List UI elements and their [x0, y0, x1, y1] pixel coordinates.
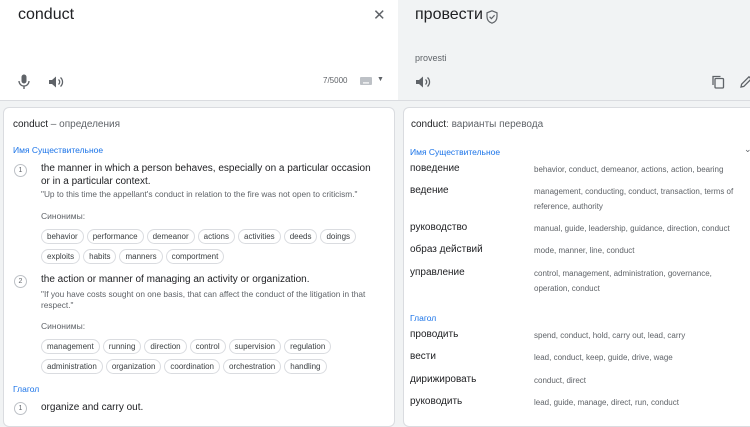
back-translations: manual, guide, leadership, guidance, dir… [534, 224, 730, 233]
definitions-card: conduct – определения Имя Существительно… [3, 107, 395, 427]
synonym-chip[interactable]: exploits [41, 249, 81, 264]
definition-example: "Up to this time the appellant's conduct… [41, 189, 358, 199]
synonym-chip[interactable]: coordination [164, 359, 220, 374]
back-translations: conduct, direct [534, 376, 587, 385]
synonym-chip[interactable]: deeds [283, 229, 318, 244]
synonym-chip[interactable]: manners [119, 249, 163, 264]
synonym-chip[interactable]: management [41, 339, 100, 354]
chevron-down-icon[interactable]: ▼ [377, 76, 384, 83]
definitions-title-suffix: – определения [48, 119, 121, 130]
synonym-chip[interactable]: orchestration [223, 359, 282, 374]
translation-word[interactable]: проводить [410, 329, 458, 340]
synonyms-label: Синонимы: [41, 321, 86, 331]
verb-label: Глагол [410, 313, 437, 323]
synonym-chips: management running direction control sup… [41, 339, 332, 354]
translation-text: провести [415, 6, 483, 23]
verb-label: Глагол [13, 384, 40, 394]
synonym-chip[interactable]: administration [41, 359, 103, 374]
noun-label: Имя Существительное [410, 147, 501, 157]
synonym-chip[interactable]: actions [197, 229, 235, 244]
synonym-chip[interactable]: performance [86, 229, 144, 244]
synonym-chips: administration organization coordination… [41, 359, 327, 374]
shield-check-icon[interactable] [486, 10, 498, 24]
source-panel: conduct ✕ 7/5000 ▼ [0, 0, 398, 101]
synonym-chip[interactable]: habits [83, 249, 117, 264]
translations-title-word: conduct [411, 119, 447, 130]
close-icon[interactable]: ✕ [373, 8, 386, 23]
back-translations: spend, conduct, hold, carry out, lead, c… [534, 331, 686, 340]
translation-word[interactable]: ведение [410, 185, 449, 196]
synonym-chips: behavior performance demeanor actions ac… [41, 229, 357, 244]
back-translations: control, management, administration, gov… [534, 269, 712, 293]
synonym-chip[interactable]: organization [105, 359, 162, 374]
target-panel: провести provesti [398, 0, 750, 101]
speaker-icon[interactable] [48, 75, 64, 89]
definition-text: the manner in which a person behaves, es… [41, 163, 371, 187]
source-text-input[interactable]: conduct [18, 6, 74, 24]
back-translations: behavior, conduct, demeanor, actions, ac… [534, 165, 724, 174]
synonym-chip[interactable]: doings [320, 229, 357, 244]
translation-word[interactable]: поведение [410, 163, 460, 174]
back-translations: management, conducting, conduct, transac… [534, 187, 734, 211]
synonym-chip[interactable]: handling [284, 359, 327, 374]
synonym-chip[interactable]: comportment [165, 249, 225, 264]
translations-card: conduct: варианты перевода ⌄ Имя Существ… [403, 107, 750, 427]
synonym-chip[interactable]: control [189, 339, 226, 354]
keyboard-icon[interactable] [360, 77, 372, 85]
definition-number: 2 [14, 275, 27, 288]
character-count: 7/5000 [323, 76, 348, 85]
synonym-chip[interactable]: supervision [228, 339, 282, 354]
synonym-chip[interactable]: direction [144, 339, 187, 354]
synonym-chip[interactable]: running [102, 339, 142, 354]
definition-number: 1 [14, 164, 27, 177]
chevron-down-icon[interactable]: ⌄ [744, 144, 750, 155]
back-translations: lead, conduct, keep, guide, drive, wage [534, 353, 673, 362]
synonym-chip[interactable]: demeanor [146, 229, 195, 244]
synonyms-label: Синонимы: [41, 211, 86, 221]
noun-label: Имя Существительное [13, 145, 104, 155]
synonym-chip[interactable]: activities [238, 229, 281, 244]
translations-title-suffix: : варианты перевода [446, 119, 544, 130]
definitions-title-word: conduct [13, 119, 49, 130]
definition-example: "If you have costs sought on one basis, … [41, 289, 366, 310]
translation-word[interactable]: дирижировать [410, 374, 476, 385]
translation-word[interactable]: образ действий [410, 244, 483, 255]
translations-title: conduct: варианты перевода [411, 119, 543, 130]
translation-word[interactable]: руководить [410, 396, 462, 407]
edit-icon[interactable] [739, 75, 750, 89]
definition-text: the action or manner of managing an acti… [41, 274, 310, 285]
definitions-title: conduct – определения [13, 119, 120, 130]
back-translations: mode, manner, line, conduct [534, 246, 635, 255]
back-translations: lead, guide, manage, direct, run, conduc… [534, 398, 679, 407]
copy-icon[interactable] [711, 75, 725, 89]
synonym-chip[interactable]: behavior [41, 229, 84, 244]
definition-number: 1 [14, 402, 27, 415]
synonym-chip[interactable]: regulation [284, 339, 332, 354]
translation-word[interactable]: вести [410, 351, 436, 362]
translation-word[interactable]: управление [410, 267, 465, 278]
speaker-icon[interactable] [415, 75, 431, 89]
transliteration: provesti [415, 53, 447, 63]
synonym-chips: exploits habits manners comportment [41, 249, 225, 264]
translation-word[interactable]: руководство [410, 222, 467, 233]
microphone-icon[interactable] [17, 74, 31, 90]
